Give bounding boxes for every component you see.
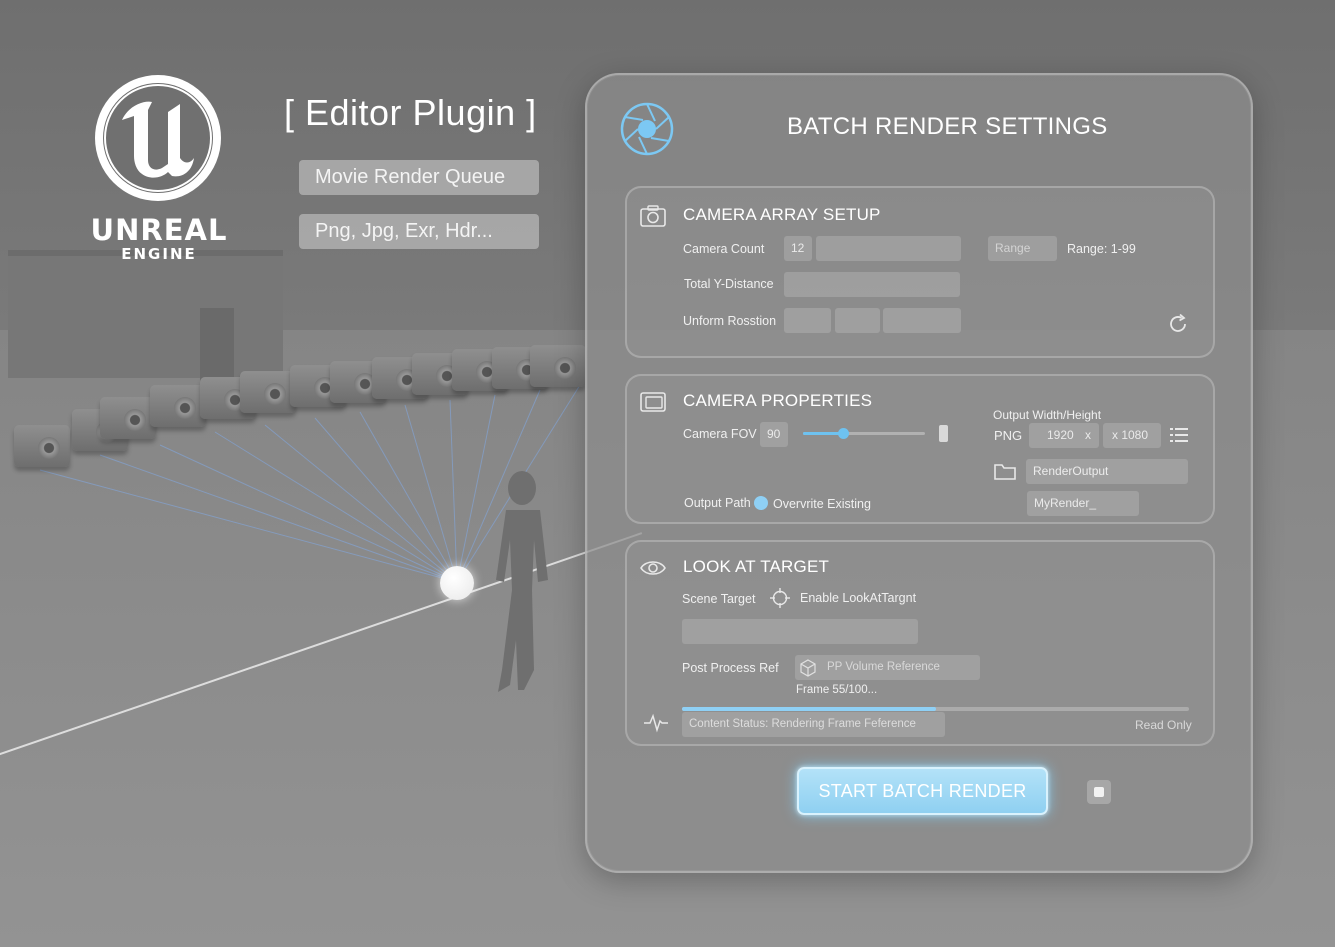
file-prefix-field[interactable]: MyRender_ — [1027, 491, 1139, 516]
scene-target-field[interactable] — [682, 619, 918, 644]
range-field[interactable]: Range — [988, 236, 1057, 261]
camera-array-section: CAMERA ARRAY SETUP Camera Count 12 Range… — [625, 186, 1215, 358]
render-progress-bar — [682, 707, 1189, 711]
look-at-target-section: LOOK AT TARGET Scene Target Enable LookA… — [625, 540, 1215, 746]
camera-count-field[interactable]: 12 — [784, 236, 812, 261]
camera-model — [14, 425, 70, 467]
uniform-rotation-label: Unform Rosstion — [683, 314, 777, 328]
list-icon[interactable] — [1169, 426, 1189, 444]
output-folder-field[interactable]: RenderOutput — [1026, 459, 1188, 484]
status-field: Content Status: Rendering Frame Feferenc… — [682, 712, 945, 737]
camera-icon — [640, 205, 666, 227]
format-label: PNG — [994, 428, 1023, 443]
crosshair-icon[interactable] — [770, 588, 790, 608]
render-progress-fill — [682, 707, 936, 711]
output-width-field[interactable]: 1920 x — [1029, 423, 1099, 448]
output-height-field[interactable]: x 1080 — [1103, 423, 1161, 448]
output-width-value: 1920 — [1047, 428, 1074, 442]
camera-fov-slider-knob[interactable] — [838, 428, 850, 439]
total-y-distance-label: Total Y-Distance — [684, 277, 774, 291]
scene-target-label: Scene Target — [682, 592, 756, 606]
overwrite-label: Overvrite Existing — [773, 497, 871, 511]
camera-model — [240, 371, 296, 413]
rotation-y-field[interactable] — [835, 308, 880, 333]
overwrite-toggle[interactable] — [754, 496, 768, 510]
look-at-target-sphere — [440, 566, 474, 600]
camera-count-slider-field[interactable] — [816, 236, 961, 261]
start-batch-render-button[interactable]: START BATCH RENDER — [797, 767, 1048, 815]
camera-model — [530, 345, 586, 387]
panel-title: BATCH RENDER SETTINGS — [787, 113, 1108, 140]
camera-model — [150, 385, 206, 427]
pp-volume-field[interactable]: PP Volume Reference — [795, 655, 980, 680]
frame-icon — [640, 392, 666, 412]
output-wh-label: Output Width/Height — [993, 408, 1102, 422]
range-text: Range: 1-99 — [1067, 242, 1136, 256]
pulse-icon — [644, 713, 668, 733]
camera-count-label: Camera Count — [683, 242, 765, 256]
unreal-wordmark: UNREAL — [90, 213, 228, 247]
fov-slider-end-handle[interactable] — [939, 425, 948, 442]
section-title: CAMERA ARRAY SETUP — [683, 205, 881, 224]
total-y-distance-field[interactable] — [784, 272, 960, 297]
eye-icon — [640, 561, 666, 575]
camera-fov-label: Camera FOV — [683, 427, 757, 441]
tag-file-formats: Png, Jpg, Exr, Hdr... — [299, 214, 539, 249]
camera-fov-slider[interactable] — [803, 432, 925, 435]
cube-icon — [800, 659, 816, 677]
refresh-icon[interactable] — [1166, 312, 1190, 336]
rotation-z-field[interactable] — [883, 308, 961, 333]
camera-model — [100, 397, 156, 439]
stop-icon[interactable] — [1087, 780, 1111, 804]
mannequin-figure — [496, 471, 548, 692]
section-title: CAMERA PROPERTIES — [683, 391, 873, 410]
camera-properties-section: CAMERA PROPERTIES Camera FOV 90 Output W… — [625, 374, 1215, 524]
width-x-symbol: x — [1085, 428, 1092, 442]
camera-fov-slider-fill — [803, 432, 844, 435]
camera-fov-field[interactable]: 90 — [760, 422, 788, 447]
folder-icon[interactable] — [993, 461, 1017, 481]
output-path-label: Output Path — [684, 496, 751, 510]
rotation-x-field[interactable] — [784, 308, 831, 333]
batch-render-panel: BATCH RENDER SETTINGS CAMERA ARRAY SETUP… — [585, 73, 1253, 873]
engine-wordmark: ENGINE — [121, 245, 197, 263]
frame-counter: Frame 55/100... — [796, 684, 878, 696]
post-process-label: Post Process Ref — [682, 661, 779, 675]
unreal-logo-icon — [95, 75, 221, 201]
read-only-label: Read Only — [1135, 718, 1192, 732]
aperture-icon — [620, 102, 674, 156]
tag-movie-render-queue: Movie Render Queue — [299, 160, 539, 195]
enable-look-at-label[interactable]: Enable LookAtTargnt — [800, 591, 916, 605]
section-title: LOOK AT TARGET — [683, 557, 830, 576]
plugin-title: [ Editor Plugin ] — [284, 92, 537, 133]
